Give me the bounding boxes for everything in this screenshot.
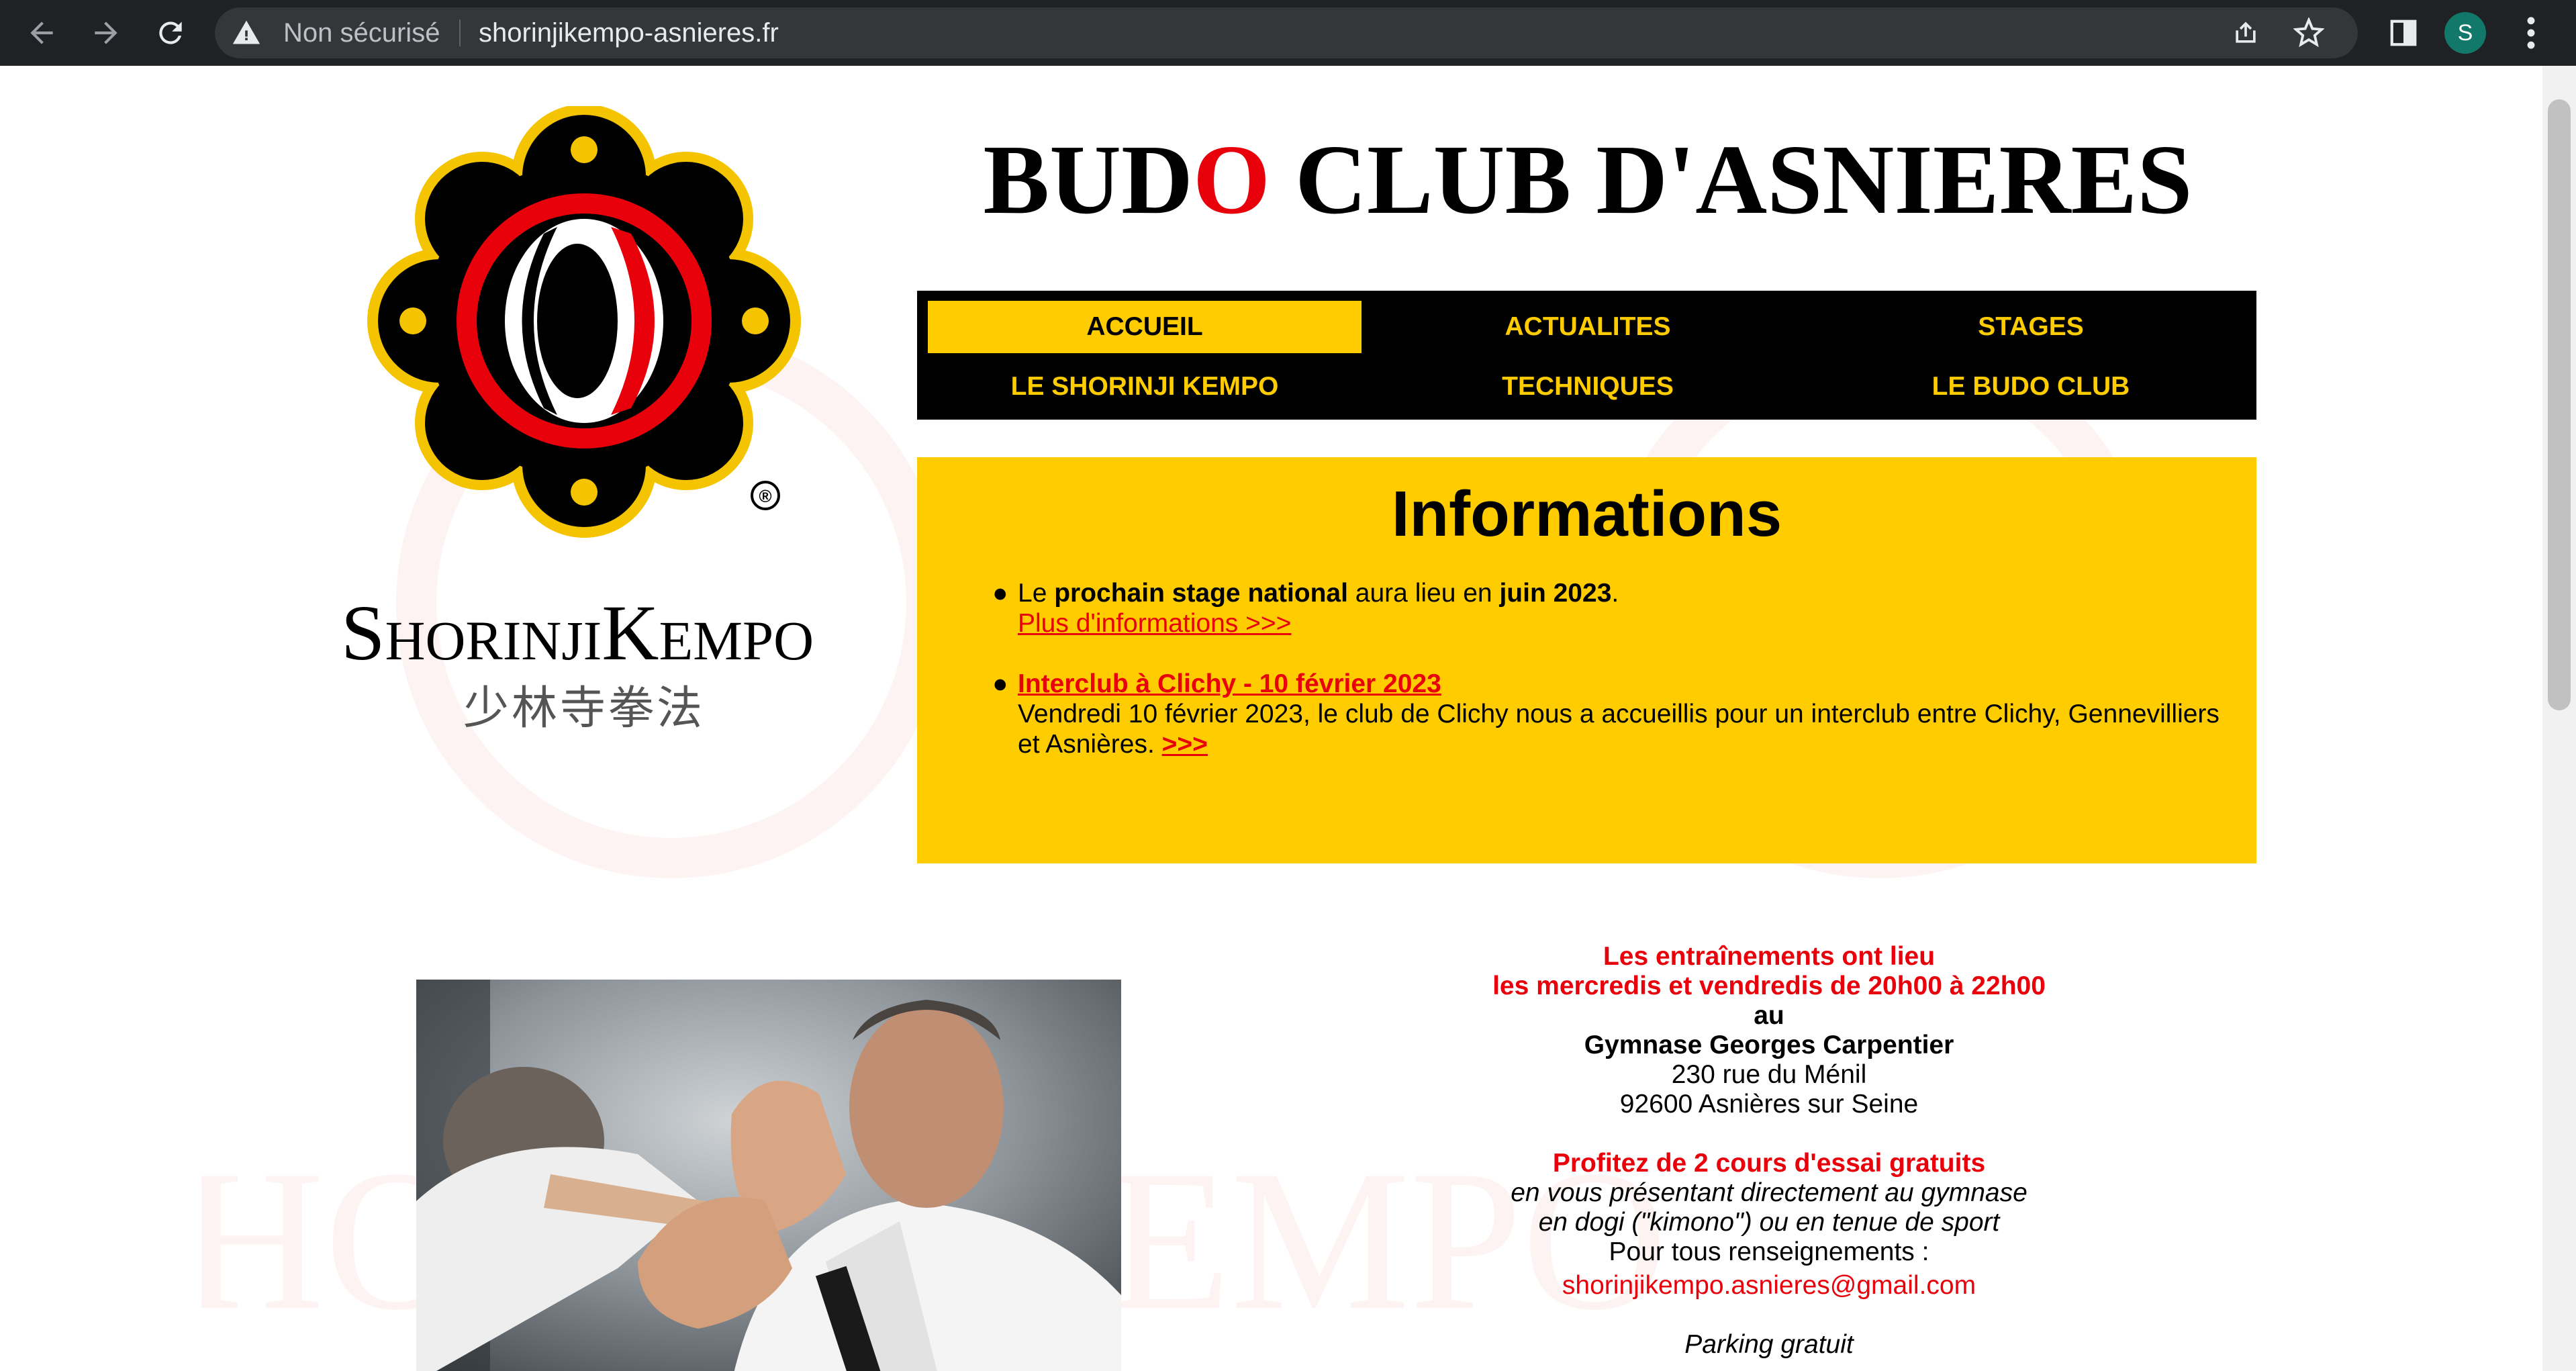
contact-email-link[interactable]: shorinjikempo.asnieres@gmail.com <box>1410 1271 2128 1301</box>
logo-wordmark: ShorinjiKempo <box>340 589 814 677</box>
interclub-link[interactable]: Interclub à Clichy - 10 février 2023 <box>1018 669 1441 698</box>
more-info-link[interactable]: Plus d'informations >>> <box>1018 609 1291 638</box>
main-nav: ACCUEIL ACTUALITES STAGES LE SHORINJI KE… <box>917 291 2256 420</box>
registered-mark: ® <box>759 486 771 506</box>
browser-toolbar: Non sécurisé shorinjikempo-asnieres.fr S <box>0 0 2576 66</box>
informations-title: Informations <box>1391 478 1782 550</box>
address-city: 92600 Asnières sur Seine <box>1619 1090 1919 1119</box>
parking-info: Parking gratuit <box>1684 1330 1854 1359</box>
address-street: 230 rue du Ménil <box>1671 1060 1867 1089</box>
free-trial-heading: Profitez de 2 cours d'essai gratuits <box>1552 1149 1986 1178</box>
bullet-icon: ● <box>992 669 1008 698</box>
nav-accueil[interactable]: ACCUEIL <box>928 301 1362 353</box>
profile-avatar[interactable]: S <box>2442 0 2489 66</box>
site-title-part2: CLUB D'ASNIERES <box>1270 125 2193 235</box>
sou-en-emblem-icon: ® <box>367 104 801 538</box>
logo-chinese-text: 少林寺拳法 <box>463 682 705 735</box>
news-item-stage-national: ● Le prochain stage national aura lieu e… <box>992 578 2233 639</box>
forward-icon[interactable] <box>79 0 133 66</box>
star-icon[interactable] <box>2285 7 2332 58</box>
site-title-red-o: O <box>1192 125 1271 235</box>
profile-initial: S <box>2444 12 2486 54</box>
kempo-practice-photo <box>416 980 1121 1371</box>
news-item-interclub: ● Interclub à Clichy - 10 février 2023 V… <box>992 669 2233 759</box>
nav-le-shorinji-kempo[interactable]: LE SHORINJI KEMPO <box>928 361 1362 413</box>
news-text: Le <box>1018 579 1055 608</box>
training-details: Les entraînements ont lieu les mercredis… <box>1410 942 2128 1360</box>
training-schedule: les mercredis et vendredis de 20h00 à 22… <box>1492 972 2046 1000</box>
warning-icon[interactable] <box>230 7 263 58</box>
news-text-bold: prochain stage national <box>1054 579 1348 608</box>
informations-panel: Informations ● Le prochain stage nationa… <box>917 457 2256 863</box>
share-icon[interactable] <box>2222 7 2269 58</box>
nav-le-budo-club[interactable]: LE BUDO CLUB <box>1814 361 2248 413</box>
scrollbar-thumb[interactable] <box>2548 99 2571 710</box>
site-title: BUDO CLUB D'ASNIERES <box>920 123 2256 237</box>
nav-actualites[interactable]: ACTUALITES <box>1371 301 1805 353</box>
address-bar[interactable]: Non sécurisé shorinjikempo-asnieres.fr <box>215 7 2358 58</box>
web-page: SHORINJIKEMPO <box>0 66 2542 1371</box>
news-text-bold: juin 2023 <box>1499 579 1612 608</box>
back-icon[interactable] <box>15 0 68 66</box>
kebab-menu-icon[interactable] <box>2511 0 2551 66</box>
side-panel-icon[interactable] <box>2377 0 2430 66</box>
informations-list: ● Le prochain stage national aura lieu e… <box>992 578 2233 759</box>
url-text[interactable]: shorinjikempo-asnieres.fr <box>479 7 779 58</box>
gymnasium-name: Gymnase Georges Carpentier <box>1584 1031 1954 1059</box>
contact-label: Pour tous renseignements : <box>1609 1237 1929 1266</box>
reload-icon[interactable] <box>144 0 197 66</box>
bullet-icon: ● <box>992 579 1008 608</box>
news-text: aura lieu en <box>1347 579 1500 608</box>
training-line: au <box>1754 1001 1784 1030</box>
free-trial-text: en vous présentant directement au gymnas… <box>1511 1178 2028 1207</box>
news-text: . <box>1611 579 1619 608</box>
free-trial-text: en dogi ("kimono") ou en tenue de sport <box>1538 1208 2000 1237</box>
security-label[interactable]: Non sécurisé <box>283 7 440 58</box>
omnibox-divider <box>459 19 461 46</box>
training-line: Les entraînements ont lieu <box>1603 942 1936 971</box>
page-scrollbar[interactable] <box>2542 66 2576 1371</box>
interclub-more-link[interactable]: >>> <box>1162 730 1208 759</box>
nav-stages[interactable]: STAGES <box>1814 301 2248 353</box>
site-title-part1: BUD <box>983 125 1193 235</box>
shorinji-kempo-logo[interactable]: ® ShorinjiKempo 少林寺拳法 <box>302 104 879 804</box>
nav-techniques[interactable]: TECHNIQUES <box>1371 361 1805 413</box>
